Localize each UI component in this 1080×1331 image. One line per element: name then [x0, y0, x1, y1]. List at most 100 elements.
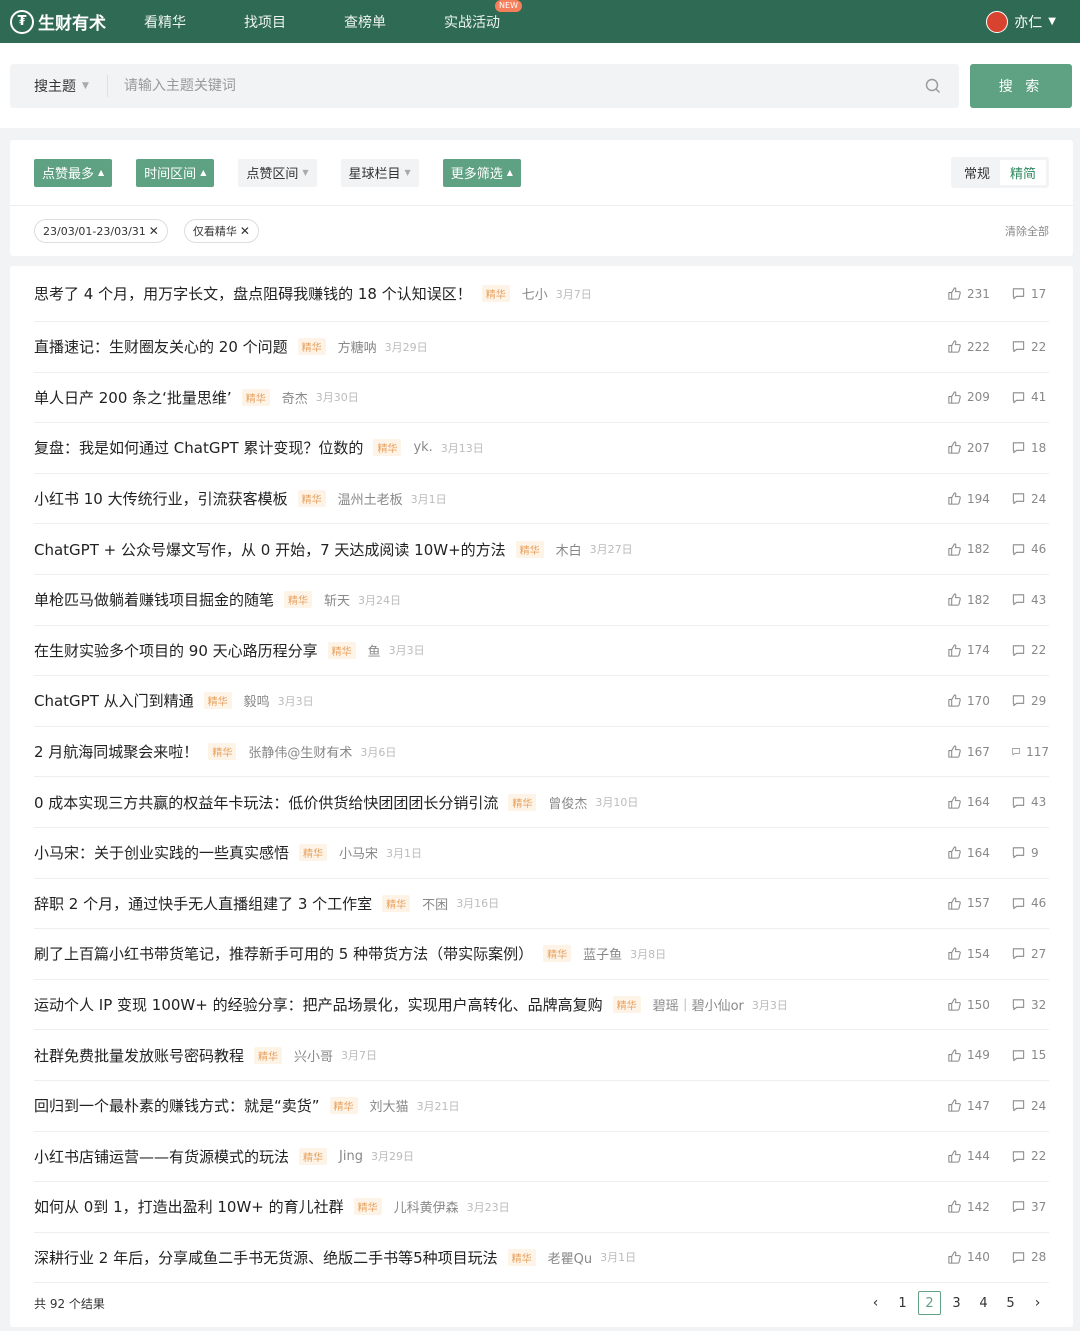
filter-chip-date[interactable]: 23/03/01-23/03/31 ✕	[34, 219, 168, 243]
comment-count[interactable]: 43	[1011, 795, 1049, 810]
post-author[interactable]: Jing	[339, 1149, 363, 1164]
post-title[interactable]: 在生财实验多个项目的 90 天心路历程分享	[34, 640, 318, 661]
logo[interactable]: ₮ 生财有术	[10, 9, 106, 34]
post-author[interactable]: 不困	[422, 894, 448, 913]
like-count[interactable]: 149	[947, 1048, 1011, 1063]
post-title[interactable]: ChatGPT + 公众号爆文写作，从 0 开始，7 天达成阅读 10W+的方法	[34, 539, 506, 560]
comment-count[interactable]: 37	[1011, 1199, 1049, 1214]
post-title[interactable]: 运动个人 IP 变现 100W+ 的经验分享：把产品场景化，实现用户高转化、品牌…	[34, 994, 603, 1015]
filter-chip-featured[interactable]: 仅看精华 ✕	[183, 219, 259, 243]
comment-count[interactable]: 24	[1011, 491, 1049, 506]
page-4[interactable]: 4	[972, 1291, 995, 1315]
post-author[interactable]: 蓝子鱼	[583, 944, 622, 963]
page-3[interactable]: 3	[945, 1291, 968, 1315]
search-type-select[interactable]: 搜主题 ▼	[10, 74, 108, 97]
like-count[interactable]: 147	[947, 1098, 1011, 1113]
comment-count[interactable]: 22	[1011, 643, 1049, 658]
list-item[interactable]: 思考了 4 个月，用万字长文，盘点阻碍我赚钱的 18 个认知误区！ 精华 七小 3月7…	[34, 266, 1049, 322]
list-item[interactable]: 深耕行业 2 年后，分享咸鱼二手书无货源、绝版二手书等5种项目玩法 精华 老瞿Qu 3…	[34, 1233, 1049, 1284]
post-author[interactable]: 兴小哥	[294, 1046, 333, 1065]
post-title[interactable]: 直播速记：生财圈友关心的 20 个问题	[34, 336, 288, 357]
comment-count[interactable]: 29	[1011, 693, 1049, 708]
comment-count[interactable]: 9	[1011, 845, 1049, 860]
comment-count[interactable]: 24	[1011, 1098, 1049, 1113]
list-item[interactable]: 如何从 0到 1，打造出盈利 10W+ 的育儿社群 精华 儿科黄伊森 3月23日 142…	[34, 1182, 1049, 1233]
page-2[interactable]: 2	[918, 1291, 941, 1315]
like-count[interactable]: 209	[947, 390, 1011, 405]
list-item[interactable]: 0 成本实现三方共赢的权益年卡玩法：低价供货给快团团团长分销引流 精华 曾俊杰 3月1…	[34, 777, 1049, 828]
like-count[interactable]: 164	[947, 795, 1011, 810]
post-title[interactable]: 复盘：我是如何通过 ChatGPT 累计变现？位数的	[34, 437, 363, 458]
like-count[interactable]: 231	[947, 286, 1011, 301]
comment-count[interactable]: 22	[1011, 339, 1049, 354]
search-input[interactable]	[107, 63, 925, 108]
nav-item-projects[interactable]: 找项目	[244, 12, 286, 32]
search-icon[interactable]	[925, 78, 941, 94]
comment-count[interactable]: 41	[1011, 390, 1049, 405]
list-item[interactable]: ChatGPT 从入门到精通 精华 毅鸣 3月3日 170 29	[34, 676, 1049, 727]
page-5[interactable]: 5	[999, 1291, 1022, 1315]
post-author[interactable]: 老瞿Qu	[548, 1248, 592, 1267]
post-author[interactable]: 木白	[556, 540, 582, 559]
list-item[interactable]: 社群免费批量发放账号密码教程 精华 兴小哥 3月7日 149 15	[34, 1030, 1049, 1081]
list-item[interactable]: 刷了上百篇小红书带货笔记，推荐新手可用的 5 种带货方法（带实际案例） 精华 蓝子鱼…	[34, 929, 1049, 980]
like-count[interactable]: 142	[947, 1199, 1011, 1214]
list-item[interactable]: 回归到一个最朴素的赚钱方式：就是“卖货” 精华 刘大猫 3月21日 147 24	[34, 1081, 1049, 1132]
list-item[interactable]: 单枪匹马做躺着赚钱项目掘金的随笔 精华 斩天 3月24日 182 43	[34, 575, 1049, 626]
post-title[interactable]: 辞职 2 个月，通过快手无人直播组建了 3 个工作室	[34, 893, 372, 914]
post-author[interactable]: 斩天	[324, 590, 350, 609]
post-author[interactable]: 小马宋	[339, 843, 378, 862]
close-icon[interactable]: ✕	[240, 224, 250, 238]
like-count[interactable]: 140	[947, 1250, 1011, 1265]
like-count[interactable]: 150	[947, 997, 1011, 1012]
clear-all-link[interactable]: 清除全部	[1005, 223, 1049, 239]
comment-count[interactable]: 22	[1011, 1149, 1049, 1164]
like-count[interactable]: 182	[947, 542, 1011, 557]
list-item[interactable]: ChatGPT + 公众号爆文写作，从 0 开始，7 天达成阅读 10W+的方法…	[34, 524, 1049, 575]
search-button[interactable]: 搜 索	[970, 63, 1072, 108]
list-item[interactable]: 辞职 2 个月，通过快手无人直播组建了 3 个工作室 精华 不困 3月16日 157 46	[34, 879, 1049, 930]
post-title[interactable]: 深耕行业 2 年后，分享咸鱼二手书无货源、绝版二手书等5种项目玩法	[34, 1247, 498, 1268]
list-item[interactable]: 复盘：我是如何通过 ChatGPT 累计变现？位数的 精华 yk. 3月13日 207 1…	[34, 423, 1049, 474]
filter-more[interactable]: 更多筛选 ▲	[442, 158, 521, 187]
post-author[interactable]: 张静伟@生财有术	[248, 742, 352, 761]
post-title[interactable]: 小红书店铺运营——有货源模式的玩法	[34, 1146, 289, 1167]
page-1[interactable]: 1	[891, 1291, 914, 1315]
list-item[interactable]: 2 月航海同城聚会来啦！ 精华 张静伟@生财有术 3月6日 167 117	[34, 727, 1049, 778]
post-title[interactable]: 小红书 10 大传统行业，引流获客模板	[34, 488, 288, 509]
list-item[interactable]: 小马宋：关于创业实践的一些真实感悟 精华 小马宋 3月1日 164 9	[34, 828, 1049, 879]
like-count[interactable]: 182	[947, 592, 1011, 607]
list-item[interactable]: 在生财实验多个项目的 90 天心路历程分享 精华鱼 3月3日 174 22	[34, 626, 1049, 677]
like-count[interactable]: 194	[947, 491, 1011, 506]
close-icon[interactable]: ✕	[149, 224, 159, 238]
post-title[interactable]: 单枪匹马做躺着赚钱项目掘金的随笔	[34, 589, 274, 610]
user-menu[interactable]: 亦仁 ▼	[986, 10, 1056, 33]
like-count[interactable]: 164	[947, 845, 1011, 860]
post-author[interactable]: 毅鸣	[244, 691, 270, 710]
post-title[interactable]: ChatGPT 从入门到精通	[34, 690, 194, 711]
post-title[interactable]: 单人日产 200 条之‘批量思维’	[34, 387, 232, 408]
post-author[interactable]: 奇杰	[282, 388, 308, 407]
view-option-normal[interactable]: 常规	[954, 160, 1000, 185]
post-title[interactable]: 小马宋：关于创业实践的一些真实感悟	[34, 842, 289, 863]
like-count[interactable]: 157	[947, 896, 1011, 911]
post-author[interactable]: 方糖呐	[338, 337, 377, 356]
post-title[interactable]: 回归到一个最朴素的赚钱方式：就是“卖货”	[34, 1095, 320, 1116]
list-item[interactable]: 运动个人 IP 变现 100W+ 的经验分享：把产品场景化，实现用户高转化、品牌…	[34, 980, 1049, 1031]
post-author[interactable]: 刘大猫	[370, 1096, 409, 1115]
like-count[interactable]: 144	[947, 1149, 1011, 1164]
nav-item-activities[interactable]: 实战活动 NEW	[444, 0, 522, 32]
post-title[interactable]: 思考了 4 个月，用万字长文，盘点阻碍我赚钱的 18 个认知误区！	[34, 283, 472, 304]
comment-count[interactable]: 46	[1011, 896, 1049, 911]
post-author[interactable]: 曾俊杰	[548, 793, 587, 812]
next-page-icon[interactable]: ›	[1026, 1295, 1049, 1311]
post-title[interactable]: 如何从 0到 1，打造出盈利 10W+ 的育儿社群	[34, 1196, 344, 1217]
comment-count[interactable]: 117	[1011, 744, 1049, 759]
post-author[interactable]: 七小	[522, 284, 548, 303]
comment-count[interactable]: 43	[1011, 592, 1049, 607]
post-author[interactable]: 碧瑶｜碧小仙or	[653, 995, 744, 1014]
filter-like-range[interactable]: 点赞区间 ▼	[238, 158, 317, 187]
prev-page-icon[interactable]: ‹	[864, 1295, 887, 1311]
like-count[interactable]: 222	[947, 339, 1011, 354]
view-option-compact[interactable]: 精简	[999, 160, 1046, 185]
